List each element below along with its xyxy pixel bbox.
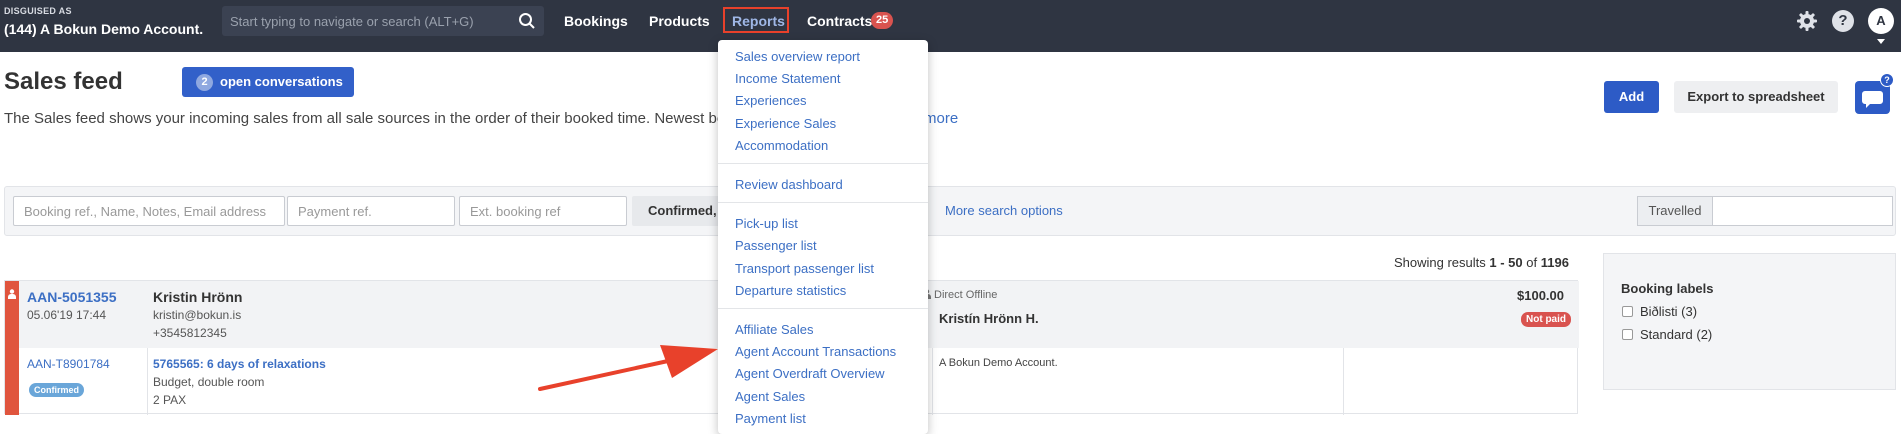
- seller-name: A Bokun Demo Account.: [939, 357, 1058, 369]
- booking-status-stripe: [5, 281, 19, 415]
- help-icon[interactable]: ?: [1832, 10, 1854, 32]
- read-more-link[interactable]: more: [924, 110, 958, 127]
- booking-date: 05.06'19 17:44: [27, 308, 107, 322]
- export-spreadsheet-button[interactable]: Export to spreadsheet: [1674, 81, 1838, 113]
- column-divider: [932, 348, 933, 415]
- travelled-date-input[interactable]: [1712, 196, 1893, 226]
- menu-item-agent-overdraft-overview[interactable]: Agent Overdraft Overview: [735, 366, 885, 381]
- conversations-count: 2: [196, 74, 213, 91]
- label-checkbox[interactable]: [1622, 306, 1633, 317]
- menu-item-departure-statistics[interactable]: Departure statistics: [735, 283, 846, 298]
- chevron-down-icon[interactable]: [1877, 39, 1885, 44]
- payment-ref-input[interactable]: Payment ref.: [287, 196, 455, 226]
- menu-item-accommodation[interactable]: Accommodation: [735, 138, 828, 153]
- menu-item-income-statement[interactable]: Income Statement: [735, 71, 841, 86]
- menu-item-agent-sales[interactable]: Agent Sales: [735, 389, 805, 404]
- booker-name: Kristín Hrönn H.: [939, 311, 1039, 326]
- menu-item-experiences[interactable]: Experiences: [735, 93, 807, 108]
- chat-help-badge: ?: [1880, 73, 1894, 87]
- status-filter-button[interactable]: Confirmed,: [632, 196, 722, 226]
- menu-item-agent-account-transactions[interactable]: Agent Account Transactions: [735, 344, 896, 359]
- nav-contracts[interactable]: Contracts: [807, 13, 872, 29]
- open-conversations-label: open conversations: [220, 74, 343, 89]
- booking-ref-link[interactable]: AAN-5051355: [27, 289, 117, 305]
- person-icon: [8, 289, 16, 299]
- travelled-filter-label[interactable]: Travelled: [1637, 196, 1713, 226]
- disguised-label: DISGUISED AS: [4, 6, 72, 16]
- sale-source: Direct Offline: [923, 289, 997, 301]
- booking-amount: $100.00: [1517, 288, 1564, 303]
- column-divider: [1343, 348, 1344, 415]
- filter-bar: Booking ref., Name, Notes, Email address…: [4, 186, 1896, 236]
- column-divider: [147, 348, 148, 415]
- search-icon[interactable]: [518, 12, 536, 30]
- page-title: Sales feed: [4, 68, 123, 95]
- top-navbar: DISGUISED AS (144) A Bokun Demo Account.…: [0, 0, 1901, 52]
- product-booking-ref-link[interactable]: AAN-T8901784: [27, 357, 110, 371]
- menu-item-experience-sales[interactable]: Experience Sales: [735, 116, 836, 131]
- page-description: The Sales feed shows your incoming sales…: [4, 110, 726, 127]
- menu-divider: [718, 202, 928, 203]
- menu-divider: [718, 163, 928, 164]
- avatar[interactable]: A: [1868, 8, 1894, 34]
- label-checkbox-text[interactable]: Biðlisti (3): [1640, 304, 1697, 319]
- nav-reports[interactable]: Reports: [723, 7, 789, 33]
- nav-products[interactable]: Products: [649, 13, 710, 29]
- menu-item-passenger-list[interactable]: Passenger list: [735, 238, 817, 253]
- nav-bookings[interactable]: Bookings: [564, 13, 628, 29]
- customer-phone: +3545812345: [153, 326, 227, 340]
- menu-item-payment-list[interactable]: Payment list: [735, 411, 806, 426]
- menu-item-transport-passenger-list[interactable]: Transport passenger list: [735, 261, 874, 276]
- booking-ref-search-input[interactable]: Booking ref., Name, Notes, Email address: [13, 196, 285, 226]
- account-switcher[interactable]: (144) A Bokun Demo Account.: [4, 21, 203, 37]
- menu-item-review-dashboard[interactable]: Review dashboard: [735, 177, 843, 192]
- payment-status-badge: Not paid: [1521, 312, 1571, 327]
- open-conversations-button[interactable]: 2 open conversations: [182, 67, 354, 97]
- nav-reports-label: Reports: [732, 13, 785, 29]
- add-button[interactable]: Add: [1604, 81, 1659, 113]
- menu-item-pick-up-list[interactable]: Pick-up list: [735, 216, 798, 231]
- menu-item-sales-overview-report[interactable]: Sales overview report: [735, 49, 860, 64]
- results-count: Showing results 1 - 50 of 1196: [1394, 255, 1569, 270]
- more-search-options-link[interactable]: More search options: [945, 203, 1063, 218]
- product-rate: Budget, double room: [153, 375, 265, 389]
- customer-name: Kristin Hrönn: [153, 289, 243, 305]
- customer-email: kristin@bokun.is: [153, 308, 242, 322]
- pax-count: 2 PAX: [153, 393, 187, 407]
- menu-item-affiliate-sales[interactable]: Affiliate Sales: [735, 322, 814, 337]
- gear-icon[interactable]: [1796, 10, 1818, 32]
- label-checkbox-text[interactable]: Standard (2): [1640, 327, 1712, 342]
- ext-booking-ref-input[interactable]: Ext. booking ref: [459, 196, 627, 226]
- product-title-link[interactable]: 5765565: 6 days of relaxations: [153, 357, 326, 371]
- global-search[interactable]: Start typing to navigate or search (ALT+…: [222, 6, 544, 36]
- search-input[interactable]: Start typing to navigate or search (ALT+…: [230, 14, 474, 29]
- menu-divider: [718, 308, 928, 309]
- reports-dropdown-menu: Sales overview report Income Statement E…: [718, 40, 928, 434]
- status-badge: Confirmed: [29, 383, 84, 397]
- booking-labels-panel: Booking labels Biðlisti (3) Standard (2): [1603, 253, 1896, 390]
- label-checkbox[interactable]: [1622, 329, 1633, 340]
- contracts-count-badge: 25: [871, 12, 894, 29]
- booking-labels-title: Booking labels: [1621, 281, 1714, 296]
